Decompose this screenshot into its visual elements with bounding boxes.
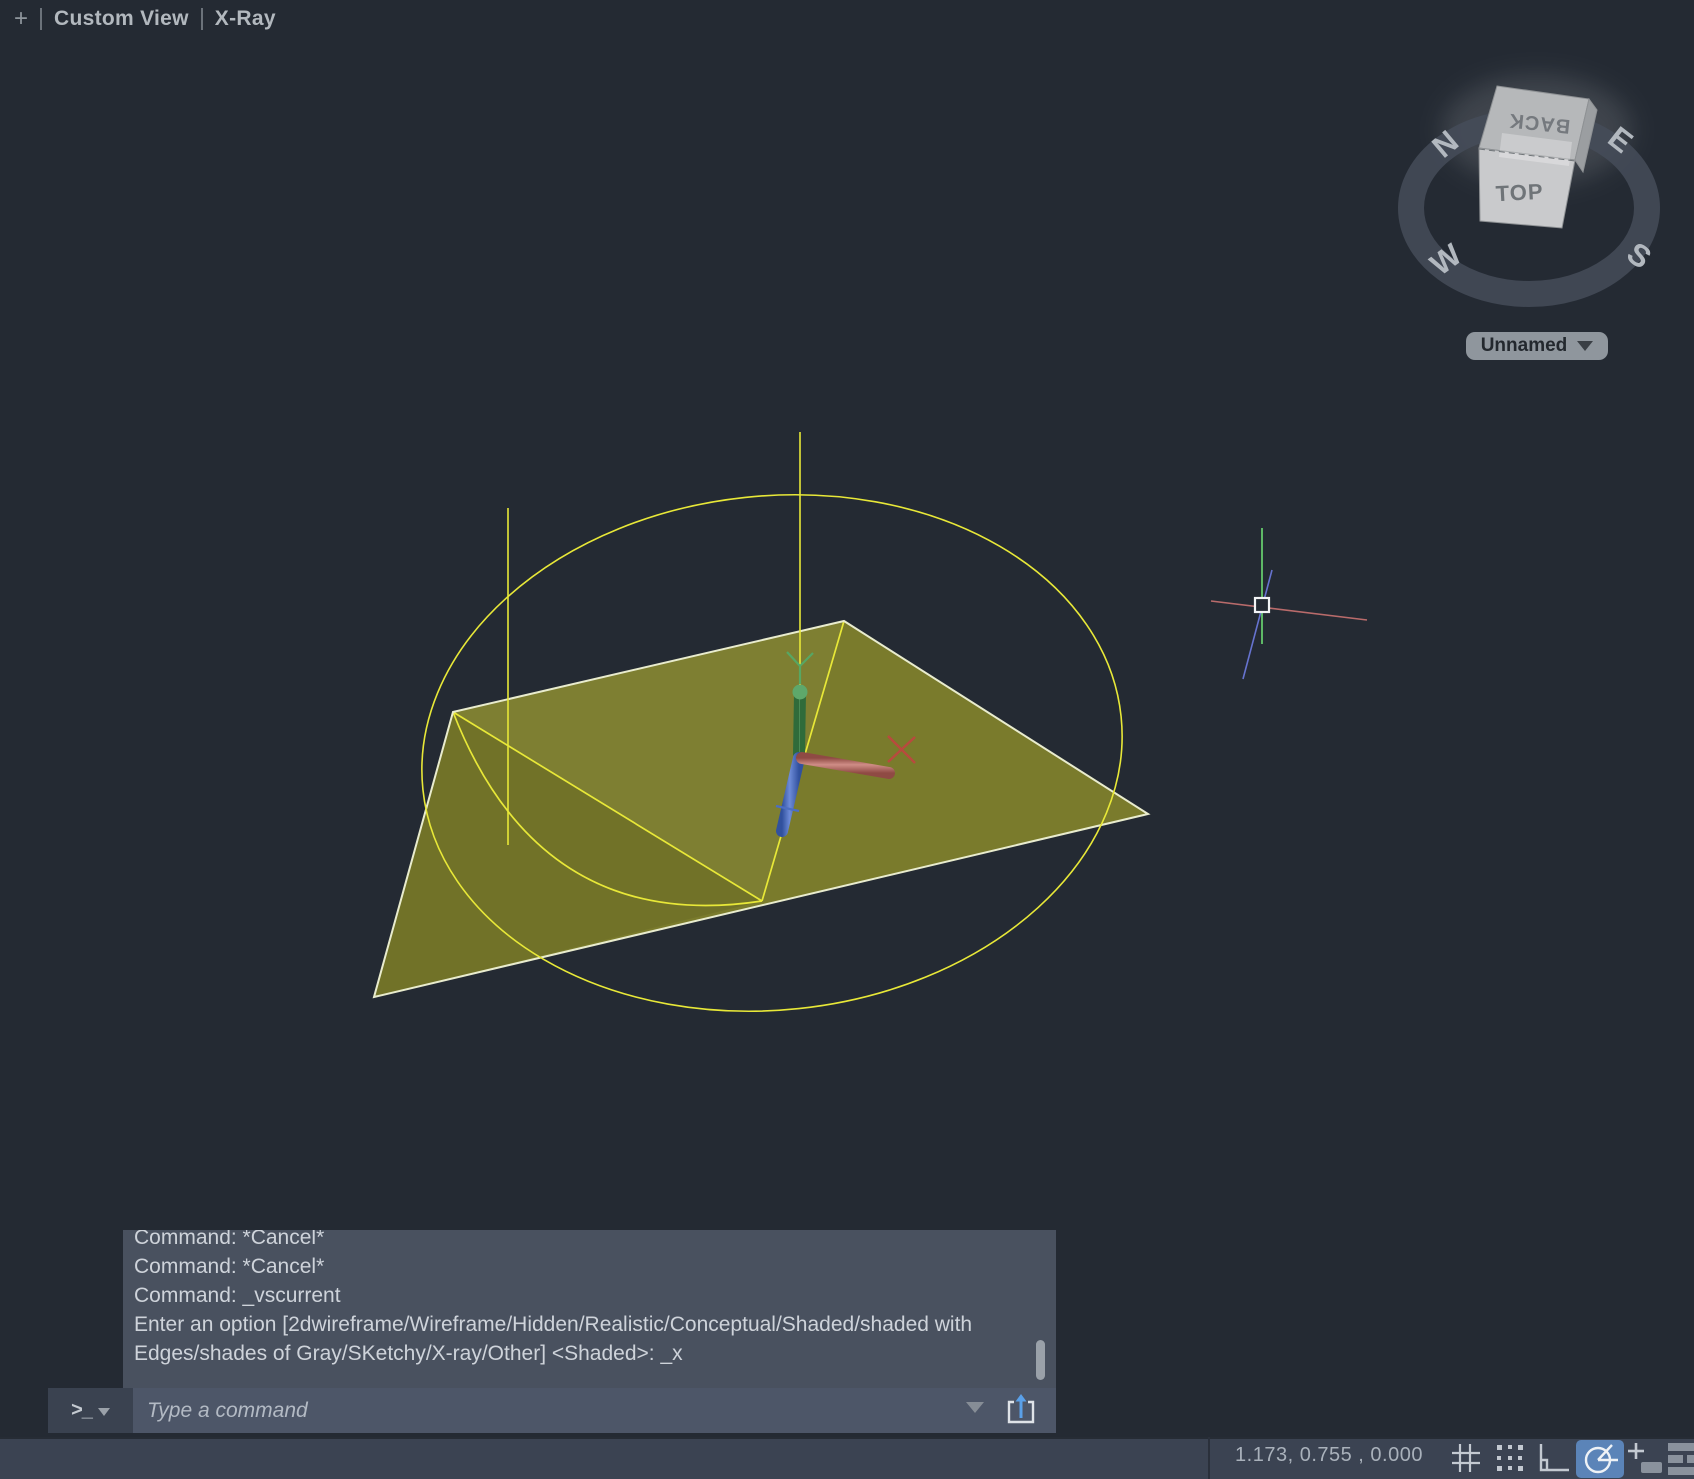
- viewcube[interactable]: N E W S BACK TOP: [1398, 75, 1660, 307]
- named-view-label: Unnamed: [1480, 335, 1568, 356]
- chevron-down-icon: [1577, 341, 1594, 351]
- y-axis-cap: [792, 684, 808, 700]
- history-line: Command: _vscurrent: [134, 1284, 341, 1307]
- viewport-visual-style[interactable]: X-Ray: [215, 7, 276, 31]
- cursor-x-line: [1210, 600, 1368, 621]
- separator: [40, 8, 43, 30]
- named-view-selector[interactable]: Unnamed: [1466, 332, 1608, 360]
- history-line: Command: *Cancel*: [134, 1230, 325, 1249]
- input-expand-chevron-icon[interactable]: [966, 1402, 984, 1413]
- isodraft-icon[interactable]: [1576, 1440, 1624, 1478]
- coordinates-readout: 1.173, 0.755 , 0.000: [1235, 1444, 1423, 1466]
- prompt-symbol: >_: [71, 1399, 93, 1421]
- dynamic-input-icon[interactable]: [1626, 1440, 1664, 1478]
- grid-display-icon[interactable]: [1448, 1440, 1484, 1476]
- history-line: Command: *Cancel*: [134, 1255, 325, 1278]
- history-line: Enter an option [2dwireframe/Wireframe/H…: [134, 1313, 973, 1336]
- prompt-dropdown-icon: [97, 1408, 110, 1416]
- viewport-menu-plus-icon[interactable]: +: [14, 6, 28, 32]
- status-separator: [1208, 1437, 1210, 1479]
- y-axis-cylinder: [793, 688, 806, 760]
- autocad-window: N E W S BACK TOP + Custom View X-Ray Unn…: [0, 0, 1694, 1479]
- command-history-panel: Command: *Cancel* Command: *Cancel* Comm…: [123, 1230, 1056, 1390]
- viewport-controls: + Custom View X-Ray: [14, 4, 276, 34]
- history-scrollbar-thumb[interactable]: [1036, 1340, 1045, 1380]
- history-line: Edges/shades of Gray/SKetchy/X-ray/Other…: [134, 1342, 683, 1365]
- cone-solid[interactable]: [372, 619, 1151, 999]
- command-input[interactable]: [133, 1388, 1056, 1433]
- viewport-view-name[interactable]: Custom View: [54, 7, 189, 31]
- command-prompt-menu[interactable]: >_: [48, 1388, 133, 1433]
- cursor-z-line: [1242, 569, 1273, 680]
- snap-grid-icon[interactable]: [1492, 1440, 1528, 1476]
- viewcube-top-label[interactable]: TOP: [1495, 179, 1544, 206]
- command-input-field[interactable]: [133, 1388, 1056, 1433]
- ortho-mode-icon[interactable]: [1533, 1440, 1573, 1476]
- crosshair-cursor: [1210, 528, 1368, 680]
- share-export-icon[interactable]: [1004, 1392, 1038, 1428]
- separator: [200, 8, 203, 30]
- status-bar: [0, 1437, 1694, 1479]
- pickbox: [1253, 596, 1271, 614]
- command-lines-icon[interactable]: [1666, 1440, 1694, 1478]
